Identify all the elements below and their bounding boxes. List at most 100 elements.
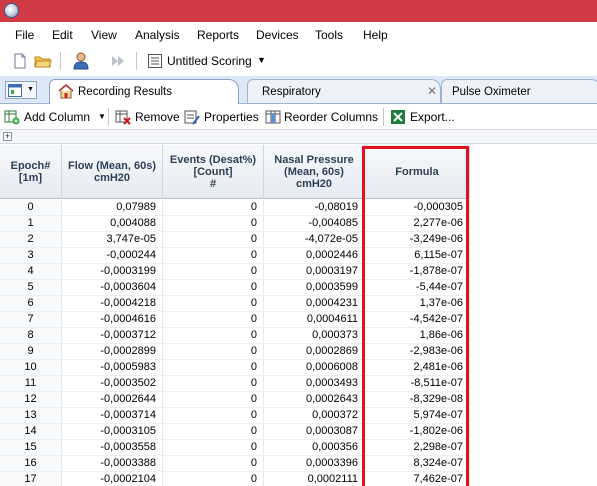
cell-epoch: 12 <box>0 392 62 408</box>
column-header-nasal-pressure[interactable]: Nasal Pressure (Mean, 60s) cmH20 <box>264 145 365 199</box>
cell-events: 0 <box>163 216 264 232</box>
cell-formula: 2,298e-07 <box>365 440 470 456</box>
cell-flow: -0,0003712 <box>62 328 163 344</box>
cell-flow: -0,000244 <box>62 248 163 264</box>
user-icon[interactable] <box>73 52 89 70</box>
cell-epoch: 16 <box>0 456 62 472</box>
cell-formula: -5,44e-07 <box>365 280 470 296</box>
cell-flow: -0,0003502 <box>62 376 163 392</box>
table-row[interactable]: 4 -0,0003199 0 0,0003197 -1,878e-07 <box>0 264 597 280</box>
add-column-label: Add Column <box>24 110 91 124</box>
group-panel: + <box>0 130 597 144</box>
table-row[interactable]: 15 -0,0003558 0 0,000356 2,298e-07 <box>0 440 597 456</box>
table-row[interactable]: 16 -0,0003388 0 0,0003396 8,324e-07 <box>0 456 597 472</box>
cell-formula: -1,878e-07 <box>365 264 470 280</box>
remove-column-icon <box>115 110 131 125</box>
column-header-formula[interactable]: Formula <box>365 145 470 199</box>
cell-events: 0 <box>163 440 264 456</box>
column-header-line: Flow (Mean, 60s) <box>67 159 157 172</box>
table-row[interactable]: 1 0,004088 0 -0,004085 2,277e-06 <box>0 216 597 232</box>
cell-nasal-pressure: 0,000356 <box>264 440 365 456</box>
cell-formula: -1,802e-06 <box>365 424 470 440</box>
cell-nasal-pressure: 0,0002111 <box>264 472 365 486</box>
cell-formula: 6,115e-07 <box>365 248 470 264</box>
cell-formula: 1,37e-06 <box>365 296 470 312</box>
cell-flow: -0,0003199 <box>62 264 163 280</box>
menu-reports[interactable]: Reports <box>197 28 239 42</box>
cell-nasal-pressure: 0,000373 <box>264 328 365 344</box>
column-header-flow[interactable]: Flow (Mean, 60s) cmH20 <box>62 145 163 199</box>
menu-tools[interactable]: Tools <box>315 28 343 42</box>
table-row[interactable]: 10 -0,0005983 0 0,0006008 2,481e-06 <box>0 360 597 376</box>
menu-bar: File Edit View Analysis Reports Devices … <box>0 22 597 48</box>
menu-file[interactable]: File <box>15 28 34 42</box>
table-row[interactable]: 3 -0,000244 0 0,0002446 6,115e-07 <box>0 248 597 264</box>
table-row[interactable]: 6 -0,0004218 0 0,0004231 1,37e-06 <box>0 296 597 312</box>
cell-flow: -0,0003558 <box>62 440 163 456</box>
tab-menu-button[interactable]: ▼ <box>5 81 37 99</box>
cell-epoch: 0 <box>0 200 62 216</box>
cell-nasal-pressure: 0,0003396 <box>264 456 365 472</box>
tab-pulse-oximeter[interactable]: Pulse Oximeter <box>441 79 597 103</box>
table-row[interactable]: 11 -0,0003502 0 0,0003493 -8,511e-07 <box>0 376 597 392</box>
expand-plus-icon[interactable]: + <box>3 132 12 141</box>
cell-epoch: 9 <box>0 344 62 360</box>
column-header-line: Epoch# <box>10 159 51 172</box>
column-header-line: Formula <box>395 165 439 178</box>
chevron-down-icon: ▼ <box>98 112 106 121</box>
cell-formula: -3,249e-06 <box>365 232 470 248</box>
table-row[interactable]: 12 -0,0002644 0 0,0002643 -8,329e-08 <box>0 392 597 408</box>
home-icon <box>58 84 74 99</box>
cell-events: 0 <box>163 344 264 360</box>
toolbar-separator <box>383 108 384 126</box>
cell-formula: -0,000305 <box>365 200 470 216</box>
cell-nasal-pressure: 0,0004611 <box>264 312 365 328</box>
cell-events: 0 <box>163 408 264 424</box>
table-row[interactable]: 9 -0,0002899 0 0,0002869 -2,983e-06 <box>0 344 597 360</box>
cell-events: 0 <box>163 472 264 486</box>
cell-formula: 2,277e-06 <box>365 216 470 232</box>
cell-flow: -0,0003714 <box>62 408 163 424</box>
table-row[interactable]: 17 -0,0002104 0 0,0002111 7,462e-07 <box>0 472 597 486</box>
column-header-events[interactable]: Events (Desat%) [Count] # <box>163 145 264 199</box>
dropdown-arrow-icon[interactable]: ▼ <box>257 53 266 67</box>
reorder-columns-label: Reorder Columns <box>284 110 379 124</box>
menu-view[interactable]: View <box>91 28 117 42</box>
menu-devices[interactable]: Devices <box>256 28 299 42</box>
table-row[interactable]: 8 -0,0003712 0 0,000373 1,86e-06 <box>0 328 597 344</box>
menu-help[interactable]: Help <box>363 28 388 42</box>
cell-epoch: 5 <box>0 280 62 296</box>
cell-formula: 1,86e-06 <box>365 328 470 344</box>
cell-events: 0 <box>163 232 264 248</box>
table-row[interactable]: 2 3,747e-05 0 -4,072e-05 -3,249e-06 <box>0 232 597 248</box>
cell-nasal-pressure: 0,0006008 <box>264 360 365 376</box>
cell-formula: -8,329e-08 <box>365 392 470 408</box>
cell-nasal-pressure: 0,0002446 <box>264 248 365 264</box>
new-document-icon[interactable] <box>12 53 28 69</box>
table-row[interactable]: 5 -0,0003604 0 0,0003599 -5,44e-07 <box>0 280 597 296</box>
scoring-selector[interactable]: Untitled Scoring <box>167 54 252 68</box>
menu-analysis[interactable]: Analysis <box>135 28 180 42</box>
tab-respiratory[interactable]: Respiratory ✕ <box>247 79 441 103</box>
tab-recording-results[interactable]: Recording Results <box>49 79 239 105</box>
close-tab-icon[interactable]: ✕ <box>427 80 437 102</box>
table-row[interactable]: 0 0,07989 0 -0,08019 -0,000305 <box>0 200 597 216</box>
table-row[interactable]: 13 -0,0003714 0 0,000372 5,974e-07 <box>0 408 597 424</box>
menu-edit[interactable]: Edit <box>52 28 73 42</box>
column-header-line: Nasal Pressure <box>274 153 354 166</box>
table-row[interactable]: 14 -0,0003105 0 0,0003087 -1,802e-06 <box>0 424 597 440</box>
cell-nasal-pressure: 0,000372 <box>264 408 365 424</box>
add-column-icon <box>4 110 20 125</box>
column-header-epoch[interactable]: Epoch# [1m] <box>0 145 62 199</box>
app-globe-icon <box>4 3 19 18</box>
table-row[interactable]: 7 -0,0004616 0 0,0004611 -4,542e-07 <box>0 312 597 328</box>
tab-label: Pulse Oximeter <box>452 86 531 98</box>
column-header-line: (Mean, 60s) <box>284 165 344 178</box>
cell-flow: -0,0002644 <box>62 392 163 408</box>
cell-events: 0 <box>163 200 264 216</box>
export-label: Export... <box>410 110 455 124</box>
tab-strip: ▼ Recording Results Respiratory ✕ Pulse … <box>0 76 597 105</box>
cell-events: 0 <box>163 456 264 472</box>
open-folder-icon[interactable] <box>34 53 52 69</box>
play-forward-icon[interactable] <box>110 53 126 69</box>
